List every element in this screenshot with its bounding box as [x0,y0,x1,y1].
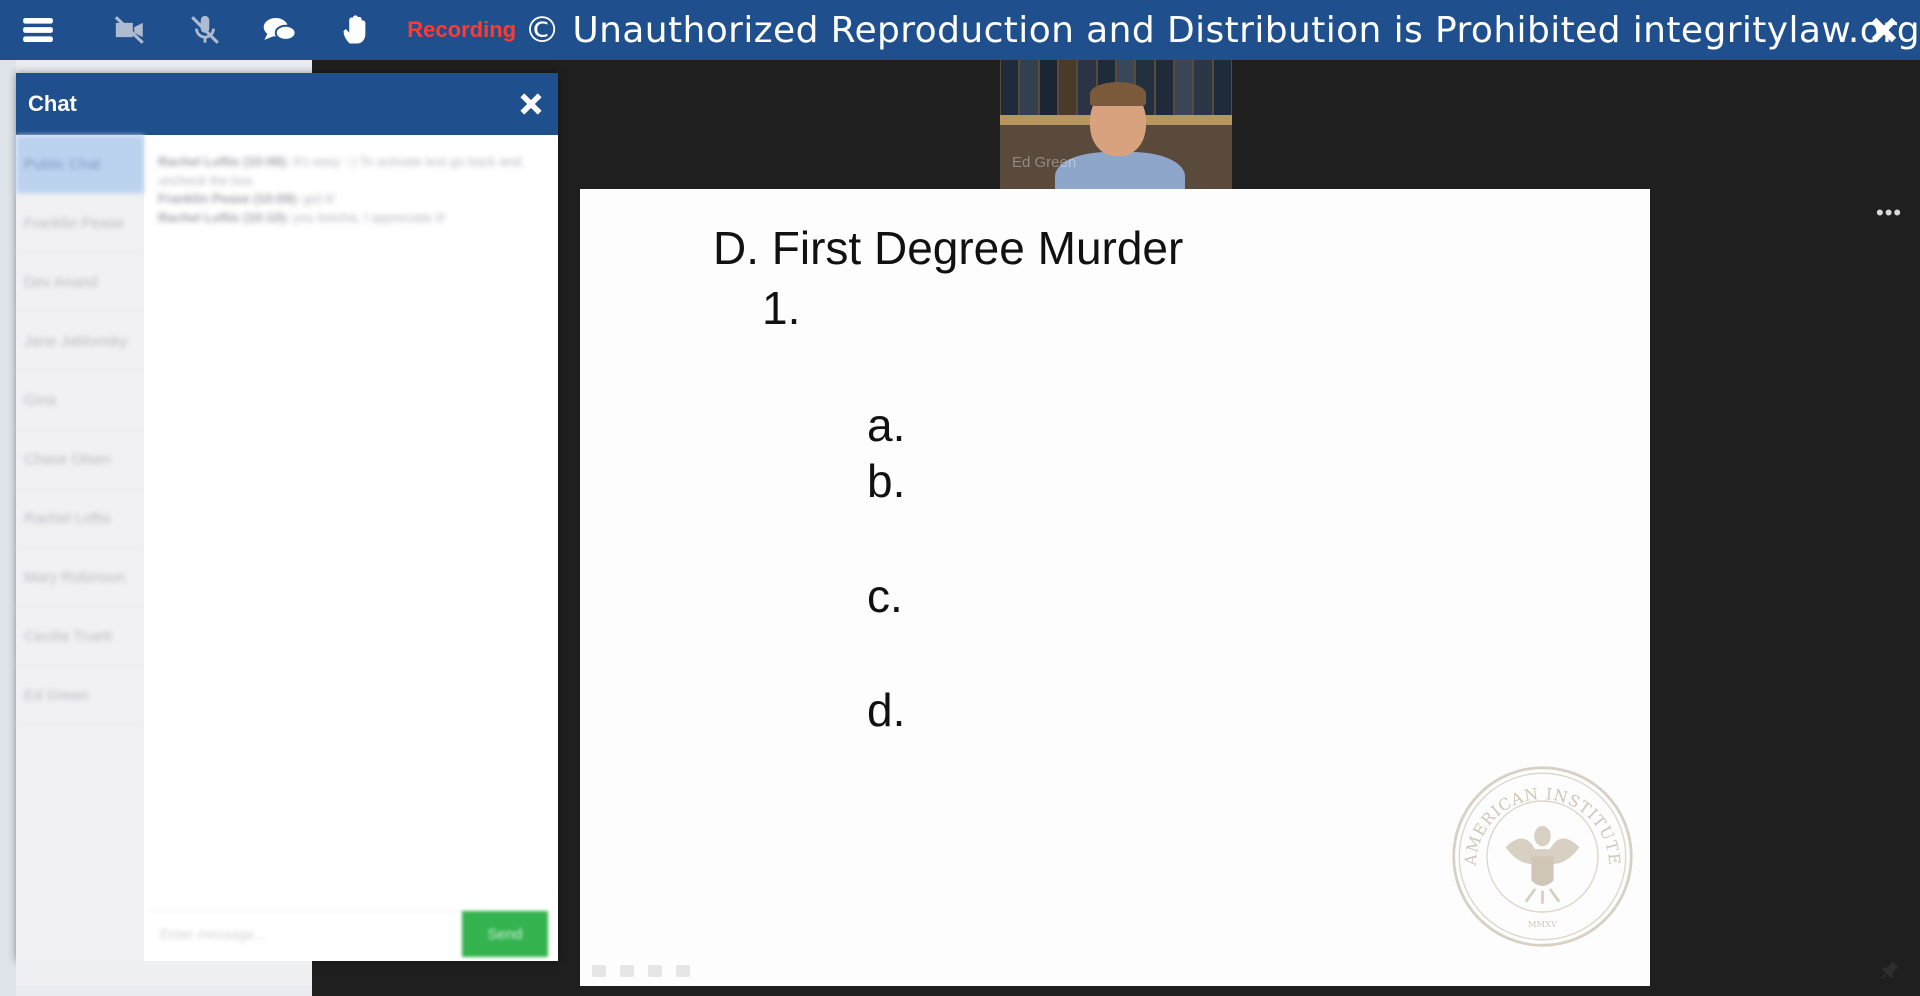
shape-icon[interactable] [648,965,662,977]
video-off-icon[interactable] [102,0,159,60]
slide-list-item: d. [867,684,906,736]
pin-icon[interactable] [1878,958,1902,982]
chat-user-item[interactable]: Mary Robinson [16,548,144,607]
institute-seal-logo: AMERICAN INSTITUTE OF LAW MMXV [1450,764,1633,947]
slide-annotation-tools [592,965,690,977]
slide-list-item: a. [867,399,906,451]
chat-user-item[interactable]: Dev Anand [16,253,144,312]
raise-hand-icon[interactable] [328,0,385,60]
chat-user-item[interactable]: Franklin Pease [16,194,144,253]
top-toolbar: Recording © Unauthorized Reproduction an… [0,0,1920,60]
seal-year: MMXV [1528,919,1558,929]
slide-list-item: b. [867,455,906,507]
chat-message-list: Rachel Loftis (10:08): It's easy :-) To … [158,153,543,227]
chat-user-item[interactable]: Chase Olsen [16,430,144,489]
chat-bubbles-icon[interactable] [252,0,309,60]
close-icon[interactable] [518,91,544,117]
chat-user-list: Public Chat Franklin Pease Dev Anand Jan… [16,135,144,961]
chat-message: Rachel Loftis (10:08): It's easy :-) To … [158,154,525,188]
copyright-notice: © Unauthorized Reproduction and Distribu… [524,9,1920,51]
chat-user-item[interactable]: Public Chat [16,135,144,194]
presenter-webcam: Ed Green [1000,60,1232,190]
slide-title: D. First Degree Murder [713,222,1184,274]
close-icon[interactable] [1862,8,1906,52]
mic-off-icon[interactable] [177,0,234,60]
redo-icon[interactable] [676,965,690,977]
chat-user-item[interactable]: Ed Green [16,666,144,725]
chat-message-input[interactable]: Enter message... [148,911,468,955]
more-options-icon[interactable]: ••• [1876,200,1902,226]
chat-user-item[interactable]: Gina [16,371,144,430]
send-button[interactable]: Send [462,911,548,957]
slide-list-item: 1. [762,282,801,334]
chat-header: Chat [16,73,558,135]
presentation-slide: D. First Degree Murder 1. a. b. c. d. AM… [580,189,1650,986]
chat-title: Chat [28,91,77,116]
chat-message: Franklin Pease (10:09): got it! [158,191,336,206]
chat-user-item[interactable]: Jane Jablonsky [16,312,144,371]
pen-icon[interactable] [620,965,634,977]
hamburger-menu-icon[interactable] [10,0,67,60]
slide-list-item: c. [867,570,903,622]
chat-user-item[interactable]: Cecilia Truett [16,607,144,666]
undo-icon[interactable] [592,965,606,977]
recording-indicator: Recording [407,17,517,42]
chat-panel-footer [16,961,312,985]
chat-user-item[interactable]: Rachel Loftis [16,489,144,548]
chat-message: Rachel Loftis (10:10): you betcha, I app… [158,209,446,225]
chat-panel: Chat Public Chat Franklin Pease Dev Anan… [16,73,558,985]
participant-name-label: Ed Green [1012,154,1077,171]
